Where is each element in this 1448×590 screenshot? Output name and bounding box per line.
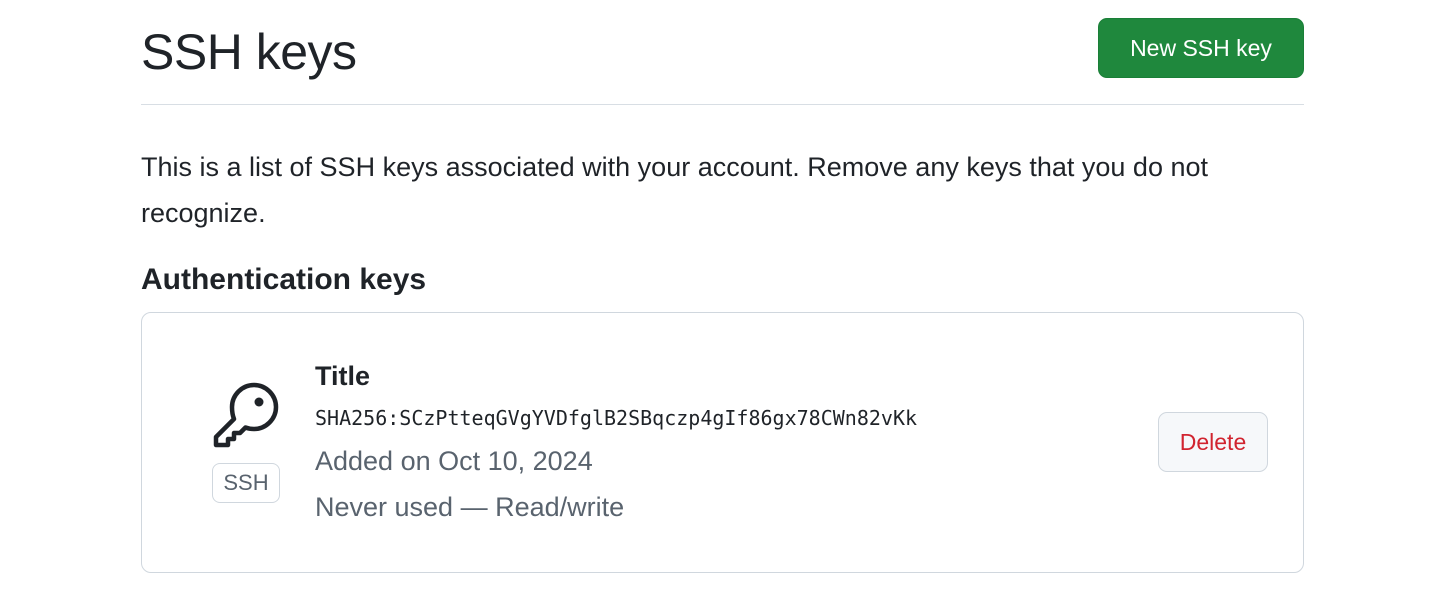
key-details: Title SHA256:SCzPtteqGVgYVDfglB2SBqczp4g… — [315, 357, 917, 527]
ssh-badge: SSH — [212, 463, 280, 503]
new-ssh-key-button[interactable]: New SSH key — [1098, 18, 1304, 78]
key-fingerprint: SHA256:SCzPtteqGVgYVDfglB2SBqczp4gIf86gx… — [315, 406, 918, 430]
ssh-key-list-item: SSH Title SHA256:SCzPtteqGVgYVDfglB2SBqc… — [141, 312, 1304, 573]
key-title: Title — [315, 361, 371, 391]
ssh-keys-settings: SSH keys New SSH key This is a list of S… — [141, 0, 1304, 573]
key-added-date: Added on Oct 10, 2024 — [315, 446, 593, 476]
page-header: SSH keys New SSH key — [141, 0, 1304, 105]
delete-key-button[interactable]: Delete — [1158, 412, 1268, 472]
key-icon-column — [210, 379, 282, 451]
authentication-keys-heading: Authentication keys — [141, 263, 427, 296]
page-description: This is a list of SSH keys associated wi… — [141, 152, 1209, 228]
page-title: SSH keys — [141, 24, 357, 80]
key-usage-status: Never used — Read/write — [315, 492, 625, 522]
key-icon — [213, 382, 279, 448]
